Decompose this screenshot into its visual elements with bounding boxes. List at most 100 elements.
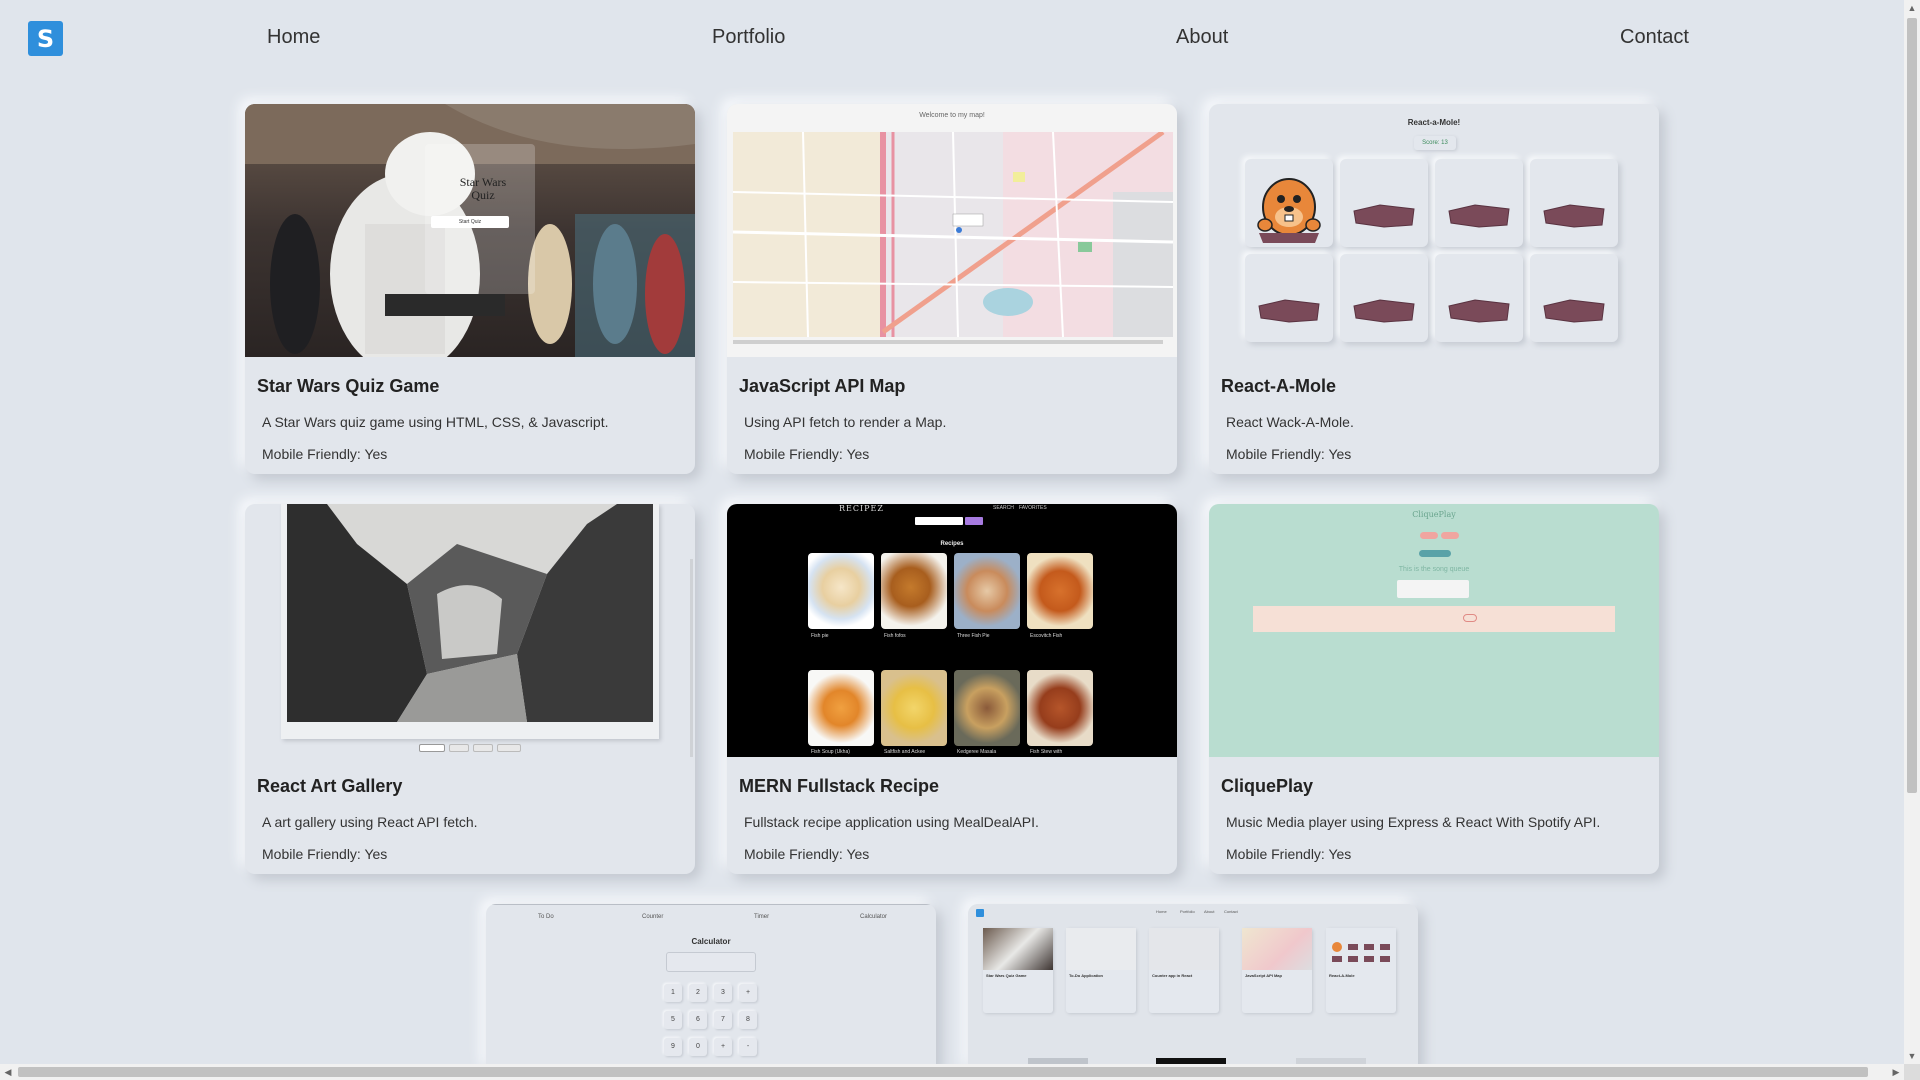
calc-tab: To Do	[538, 914, 554, 920]
card-title[interactable]: React-A-Mole	[1221, 376, 1336, 397]
horizontal-scrollbar[interactable]: ◀ ▶	[0, 1064, 1904, 1080]
recipe-image	[881, 553, 947, 629]
recipe-nav-favorites: FAVORITES	[1019, 505, 1047, 511]
star-wars-thumbnail[interactable]: Star Wars Quiz Start Quiz	[245, 104, 695, 357]
card-title[interactable]: MERN Fullstack Recipe	[739, 776, 939, 797]
map-canvas	[733, 132, 1173, 337]
nav-portfolio-link[interactable]: Portfolio	[712, 26, 785, 49]
card-mobile-friendly: Mobile Friendly: Yes	[744, 846, 870, 862]
gallery-btn	[473, 744, 493, 752]
recipe-name: Escovitch Fish	[1030, 633, 1063, 639]
recipe-name: Fish fofos	[884, 633, 906, 639]
project-card-star-wars[interactable]: Star Wars Quiz Start Quiz Star Wars Quiz…	[245, 104, 695, 474]
mole-hole	[1245, 254, 1333, 342]
horizontal-scroll-thumb[interactable]	[18, 1067, 1868, 1077]
recipe-search-button	[965, 517, 983, 525]
card-title[interactable]: JavaScript API Map	[739, 376, 905, 397]
quiz-start-button: Start Quiz	[431, 216, 509, 228]
calc-tab: Counter	[642, 914, 664, 920]
project-card-art-gallery[interactable]: React Art Gallery A art gallery using Re…	[245, 504, 695, 874]
card-description: Using API fetch to render a Map.	[744, 414, 947, 430]
gallery-btn	[419, 744, 445, 752]
clique-brand: CliquePlay	[1412, 510, 1456, 519]
mole-hole	[1530, 159, 1618, 247]
calc-key: 3	[714, 984, 732, 1002]
card-title[interactable]: CliquePlay	[1221, 776, 1313, 797]
nav-home-link[interactable]: Home	[267, 26, 320, 49]
recipe-name: Fish Soup (Ukha)	[811, 749, 850, 755]
project-card-react-a-mole[interactable]: React-a-Mole! Score: 13 React-A-Mole Rea…	[1209, 104, 1659, 474]
recipe-image	[808, 553, 874, 629]
calc-key: 1	[664, 984, 682, 1002]
mern-recipe-thumbnail[interactable]: RECIPEZ SEARCH FAVORITES Recipes Fish pi…	[727, 504, 1177, 757]
recipe-nav-search: SEARCH	[993, 505, 1014, 511]
mini-card: Star Wars Quiz Game	[983, 928, 1053, 1013]
calc-key: 2	[689, 984, 707, 1002]
card-title[interactable]: React Art Gallery	[257, 776, 402, 797]
calc-key: 8	[739, 1011, 757, 1029]
project-card-portfolio-site[interactable]: Home Portfolio About Contact Star Wars Q…	[968, 904, 1418, 1064]
mini-nav: Portfolio	[1180, 909, 1195, 914]
scroll-down-arrow-icon[interactable]: ▼	[1904, 1048, 1920, 1064]
card-title[interactable]: Star Wars Quiz Game	[257, 376, 439, 397]
card-description: Music Media player using Express & React…	[1226, 814, 1601, 830]
recipe-name: Saltfish and Ackee	[884, 749, 926, 755]
card-description: A Star Wars quiz game using HTML, CSS, &…	[262, 414, 609, 430]
clique-pill	[1419, 550, 1451, 557]
clique-player	[1397, 580, 1469, 598]
gallery-artwork	[287, 504, 653, 722]
calc-key: 9	[664, 1038, 682, 1056]
page: S Home Portfolio About Contact Star Wars…	[0, 0, 1904, 1064]
api-map-thumbnail[interactable]: Welcome to my map!	[727, 104, 1177, 357]
cliqueplay-thumbnail[interactable]: CliquePlay This is the song queue	[1209, 504, 1659, 757]
calc-key: -	[739, 1038, 757, 1056]
scroll-right-arrow-icon[interactable]: ▶	[1888, 1064, 1904, 1080]
recipe-section-title: Recipes	[940, 541, 964, 547]
mini-card: React-A-Mole	[1326, 928, 1396, 1013]
card-mobile-friendly: Mobile Friendly: Yes	[744, 446, 870, 462]
calc-heading: Calculator	[691, 937, 731, 946]
vertical-scrollbar[interactable]: ▲ ▼	[1904, 0, 1920, 1064]
gallery-btn	[497, 744, 521, 752]
calc-key: 7	[714, 1011, 732, 1029]
map-header: Welcome to my map!	[919, 112, 985, 119]
project-card-api-map[interactable]: Welcome to my map! JavaScript API Map Us…	[727, 104, 1177, 474]
nav-contact-link[interactable]: Contact	[1620, 26, 1689, 49]
scroll-up-arrow-icon[interactable]: ▲	[1904, 0, 1920, 16]
mini-card: To-Do Application	[1066, 928, 1136, 1013]
gallery-caption	[420, 730, 520, 736]
mole-hole	[1340, 159, 1428, 247]
calculator-thumbnail[interactable]: To Do Counter Timer Calculator Calculato…	[486, 904, 936, 1064]
recipe-image	[954, 553, 1020, 629]
scrollbar-corner	[1904, 1064, 1920, 1080]
calc-key: +	[739, 984, 757, 1002]
recipe-search-input	[915, 517, 963, 525]
clique-banner	[1253, 606, 1615, 632]
project-card-cliqueplay[interactable]: CliquePlay This is the song queue Clique…	[1209, 504, 1659, 874]
mini-card: JavaScript API Map	[1242, 928, 1312, 1013]
scroll-left-arrow-icon[interactable]: ◀	[0, 1064, 16, 1080]
recipe-name: Three Fish Pie	[957, 633, 990, 639]
vertical-scroll-thumb[interactable]	[1907, 18, 1917, 793]
react-a-mole-thumbnail[interactable]: React-a-Mole! Score: 13	[1209, 104, 1659, 357]
clique-pill	[1420, 532, 1438, 539]
mole-hole	[1530, 254, 1618, 342]
project-card-calculator-app[interactable]: To Do Counter Timer Calculator Calculato…	[486, 904, 936, 1064]
art-gallery-thumbnail[interactable]	[245, 504, 695, 757]
recipe-image	[881, 670, 947, 746]
card-description: A art gallery using React API fetch.	[262, 814, 478, 830]
mole-hole	[1245, 159, 1333, 247]
clique-queue-heading: This is the song queue	[1398, 566, 1470, 573]
card-mobile-friendly: Mobile Friendly: Yes	[1226, 846, 1352, 862]
project-card-mern-recipe[interactable]: RECIPEZ SEARCH FAVORITES Recipes Fish pi…	[727, 504, 1177, 874]
site-logo[interactable]: S	[28, 21, 63, 56]
nav-about-link[interactable]: About	[1176, 26, 1228, 49]
calc-tab: Calculator	[860, 914, 888, 920]
mole-hole	[1340, 254, 1428, 342]
recipe-image	[1027, 553, 1093, 629]
quiz-title-overlay: Star Wars Quiz	[459, 175, 507, 202]
portfolio-thumbnail[interactable]: Home Portfolio About Contact Star Wars Q…	[968, 904, 1418, 1064]
recipe-name: Fish pie	[811, 633, 829, 639]
recipe-image	[808, 670, 874, 746]
mole-score: Score: 13	[1414, 136, 1456, 150]
